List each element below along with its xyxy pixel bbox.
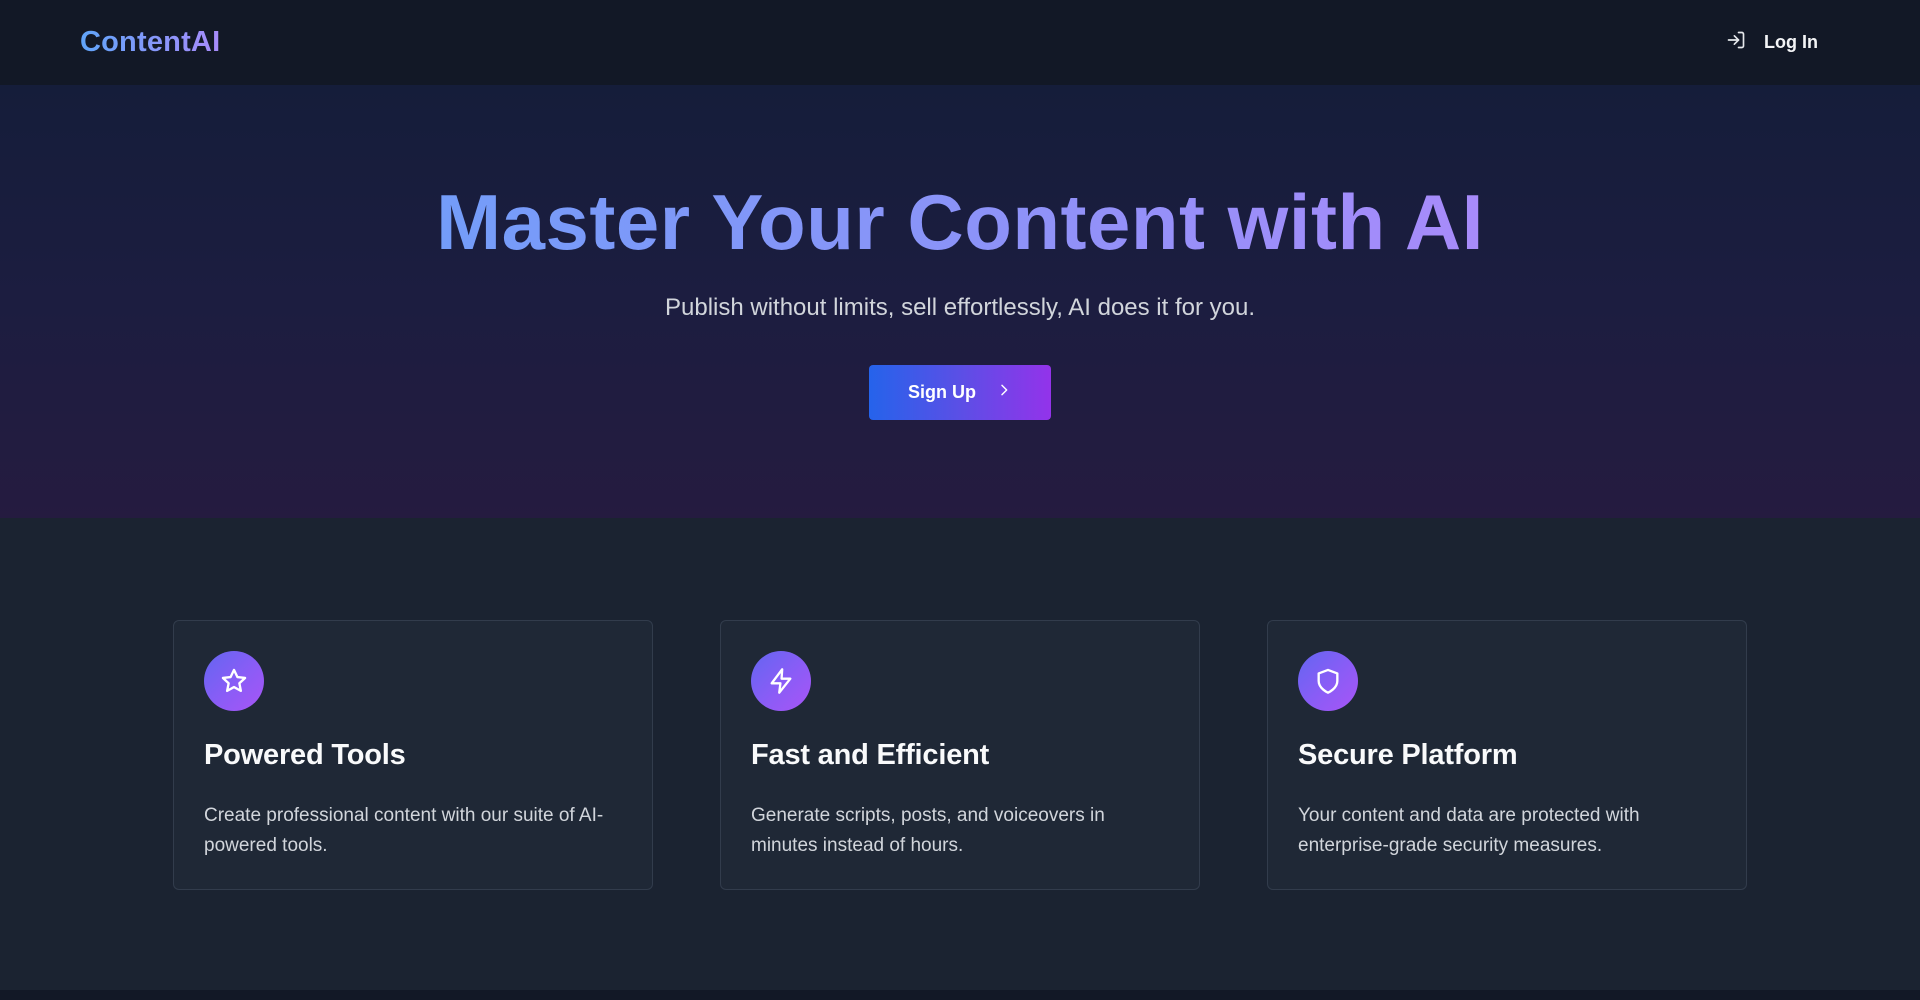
sign-up-button[interactable]: Sign Up [869,365,1051,420]
sign-up-label: Sign Up [908,382,976,402]
feature-title: Fast and Efficient [751,739,990,771]
log-in-icon [1726,30,1746,55]
footer-strip [0,990,1920,1000]
login-label: Log In [1764,32,1818,52]
hero-title: Master Your Content with AI [0,183,1920,261]
feature-card-secure-platform: Secure Platform Your content and data ar… [1267,620,1747,890]
chevron-right-icon [996,382,1012,403]
star-icon [204,651,264,711]
top-navbar: ContentAI Log In [0,0,1920,85]
feature-card-fast-efficient: Fast and Efficient Generate scripts, pos… [720,620,1200,890]
feature-description: Generate scripts, posts, and voiceovers … [751,805,1105,856]
feature-title: Powered Tools [204,739,406,771]
feature-description: Create professional content with our sui… [204,805,604,856]
feature-description: Your content and data are protected with… [1298,805,1640,856]
hero-subtitle: Publish without limits, sell effortlessl… [664,294,1256,321]
features-section: Powered Tools Create professional conten… [0,518,1920,990]
feature-card-powered-tools: Powered Tools Create professional conten… [173,620,653,890]
shield-icon [1298,651,1358,711]
zap-icon [751,651,811,711]
login-button[interactable]: Log In [1726,30,1818,55]
feature-title: Secure Platform [1298,739,1518,771]
brand-logo[interactable]: ContentAI [80,26,220,59]
hero-section: Master Your Content with AI Publish with… [0,85,1920,518]
